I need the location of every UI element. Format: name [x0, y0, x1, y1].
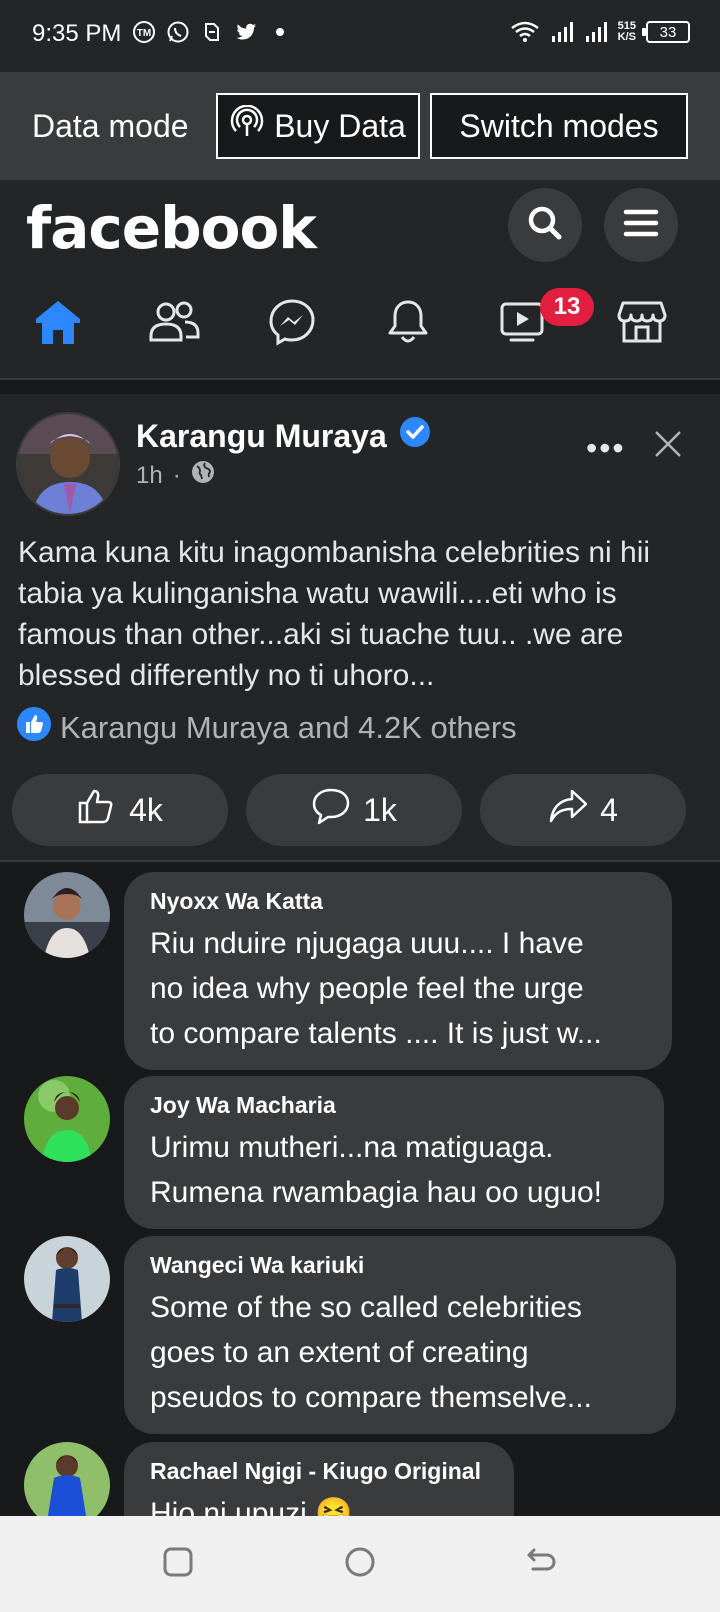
messenger-icon	[268, 298, 316, 351]
nav-friends[interactable]	[144, 294, 204, 354]
comment-text-line: Rumena rwambagia hau oo uguo!	[150, 1176, 602, 1209]
share-count: 4	[600, 791, 618, 828]
switch-modes-button[interactable]: Switch modes	[430, 93, 688, 159]
data-mode-bar: Data mode Buy Data Switch modes	[0, 72, 720, 180]
nav-notifications[interactable]	[378, 294, 438, 354]
back-icon	[523, 1545, 557, 1584]
svg-text:TM: TM	[137, 28, 151, 39]
notifications-icon	[386, 298, 430, 351]
post-time[interactable]: 1h	[136, 462, 163, 490]
feed-post: Karangu Muraya 1h · ••• Kama kuna kitu i…	[0, 394, 720, 860]
nav-home[interactable]	[28, 294, 88, 354]
commenter-avatar[interactable]	[24, 872, 110, 958]
status-bar: 9:35 PM TM 515 K/S 33	[0, 0, 720, 72]
recent-apps-button[interactable]	[154, 1540, 202, 1588]
comment-bubble[interactable]: Nyoxx Wa Katta Riu nduire njugaga uuu...…	[124, 872, 672, 1070]
reactions-summary[interactable]: Karangu Muraya and 4.2K others	[16, 706, 517, 750]
whatsapp-icon	[166, 20, 190, 44]
switch-modes-label: Switch modes	[459, 107, 659, 144]
recent-apps-icon	[161, 1545, 195, 1584]
thumbs-up-icon	[77, 787, 117, 833]
post-meta: 1h ·	[136, 460, 215, 491]
comment-text-line: Hio ni upuzi 😆	[150, 1497, 353, 1516]
commenter-name[interactable]: Wangeci Wa kariuki	[150, 1252, 650, 1279]
wifi-icon	[510, 20, 540, 44]
buy-data-button[interactable]: Buy Data	[216, 93, 420, 159]
nav-messenger[interactable]	[262, 294, 322, 354]
like-button[interactable]: 4k	[12, 774, 228, 846]
share-arrow-icon	[548, 788, 588, 832]
friends-icon	[148, 300, 200, 349]
comment-count: 1k	[363, 791, 397, 828]
search-icon	[525, 203, 565, 248]
reactions-summary-text: Karangu Muraya and 4.2K others	[60, 710, 517, 745]
comment-text-line: Urimu mutheri...na matiguaga.	[150, 1131, 554, 1164]
buy-data-label: Buy Data	[274, 107, 406, 144]
hamburger-menu-icon	[621, 203, 661, 248]
system-navigation-bar	[0, 1516, 720, 1612]
post-author: Karangu Muraya	[136, 416, 431, 456]
comment-text-line: goes to an extent of creating	[150, 1336, 529, 1369]
tm-app-icon: TM	[132, 20, 156, 44]
close-icon[interactable]	[650, 426, 686, 462]
main-nav	[0, 294, 720, 364]
like-reaction-icon	[16, 706, 52, 750]
marketplace-icon	[617, 299, 667, 350]
signal-icon-1	[550, 20, 574, 44]
share-button[interactable]: 4	[480, 774, 686, 846]
home-system-button[interactable]	[336, 1540, 384, 1588]
comment-text-line: pseudos to compare themselve...	[150, 1381, 592, 1414]
system-status-icons: 515 K/S 33	[510, 20, 690, 44]
facebook-logo[interactable]: facebook	[26, 194, 317, 262]
feed-separator	[0, 378, 720, 394]
home-icon	[33, 298, 83, 351]
author-avatar[interactable]	[16, 412, 120, 516]
signal-icon-2	[584, 20, 608, 44]
like-count: 4k	[129, 791, 163, 828]
data-mode-label: Data mode	[32, 108, 189, 144]
commenter-avatar[interactable]	[24, 1236, 110, 1322]
commenter-name[interactable]: Rachael Ngigi - Kiugo Original	[150, 1458, 488, 1485]
broadcast-icon	[230, 104, 264, 147]
author-name[interactable]: Karangu Muraya	[136, 418, 387, 455]
twitter-icon	[234, 20, 258, 44]
search-button[interactable]	[508, 188, 582, 262]
app-icon	[200, 20, 224, 44]
post-text: Kama kuna kitu inagombanisha celebrities…	[18, 536, 651, 692]
more-options-icon[interactable]: •••	[586, 430, 626, 467]
comment-text-line: no idea why people feel the urge	[150, 972, 584, 1005]
comment-bubble[interactable]: Wangeci Wa kariuki Some of the so called…	[124, 1236, 676, 1434]
dot-icon	[268, 20, 292, 44]
commenter-avatar[interactable]	[24, 1442, 110, 1516]
comment-text-line: to compare talents .... It is just w...	[150, 1017, 602, 1050]
comment-item: Rachael Ngigi - Kiugo Original Hio ni up…	[0, 1442, 720, 1516]
status-time: 9:35 PM	[32, 20, 122, 47]
network-speed: 515 K/S	[617, 20, 636, 43]
commenter-avatar[interactable]	[24, 1076, 110, 1162]
post-divider	[0, 860, 720, 862]
comment-bubble[interactable]: Joy Wa Macharia Urimu mutheri...na matig…	[124, 1076, 664, 1229]
globe-icon	[191, 460, 215, 491]
comment-text-line: Some of the so called celebrities	[150, 1291, 582, 1324]
battery-indicator: 33	[642, 21, 690, 43]
home-circle-icon	[343, 1545, 377, 1584]
menu-button[interactable]	[604, 188, 678, 262]
commenter-name[interactable]: Joy Wa Macharia	[150, 1092, 638, 1119]
back-system-button[interactable]	[516, 1540, 564, 1588]
watch-notification-badge: 13	[540, 288, 594, 326]
comment-button[interactable]: 1k	[246, 774, 462, 846]
comment-bubble[interactable]: Rachael Ngigi - Kiugo Original Hio ni up…	[124, 1442, 514, 1516]
facebook-header: facebook 13	[0, 180, 720, 378]
commenter-name[interactable]: Nyoxx Wa Katta	[150, 888, 646, 915]
comment-icon	[311, 787, 351, 833]
notification-icons: TM	[132, 20, 292, 44]
nav-marketplace[interactable]	[612, 294, 672, 354]
comment-text-line: Riu nduire njugaga uuu.... I have	[150, 927, 584, 960]
verified-badge-icon	[399, 416, 431, 456]
